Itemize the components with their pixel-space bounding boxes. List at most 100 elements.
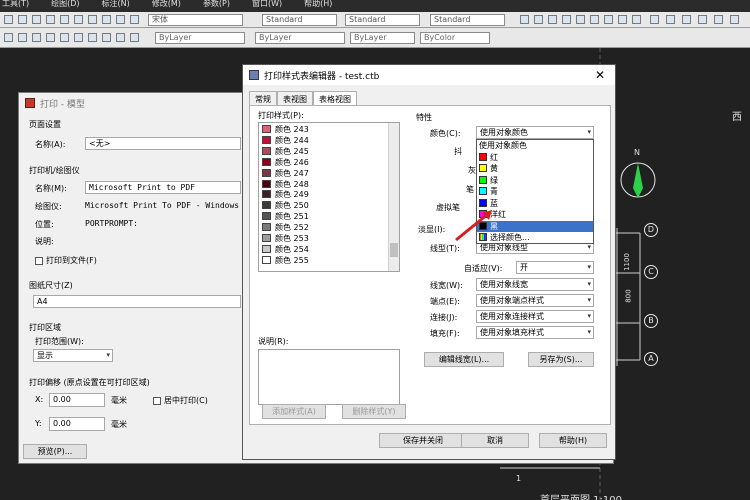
layer-state-icon[interactable] [534,15,543,24]
linetype-combo[interactable]: ByLayer [255,32,345,44]
orbit-icon[interactable] [590,15,599,24]
style-list-item[interactable]: 颜色 254 [262,244,309,256]
style-list-item[interactable]: 颜色 246 [262,157,309,169]
page-setup-name-select[interactable]: <无> [85,137,241,150]
preview-button[interactable]: 预览(P)... [23,444,87,459]
printer-name-select[interactable]: Microsoft Print to PDF [85,181,241,194]
layer-iso-icon[interactable] [74,33,83,42]
copy-icon[interactable] [88,15,97,24]
menu-tools[interactable]: 工具(T) [2,0,29,12]
center-plot-checkbox[interactable]: 居中打印(C) [153,395,208,406]
markup-icon[interactable] [666,15,675,24]
printer-name-value: Microsoft Print to PDF [89,183,195,192]
style-list-item[interactable]: 颜色 244 [262,135,309,147]
editor-titlebar[interactable]: 打印样式表编辑器 - test.ctb ✕ [243,65,615,85]
layer-icon[interactable] [520,15,529,24]
extra2-icon[interactable] [730,15,739,24]
color-option[interactable]: 黄 [477,163,593,175]
x-offset-input[interactable]: 0.00 [49,393,105,407]
font-combo[interactable]: 宋体 [148,14,243,26]
y-offset-input[interactable]: 0.00 [49,417,105,431]
color-select[interactable]: 使用对象颜色 ▾ [476,126,594,139]
delete-style-button[interactable]: 删除样式(Y) [342,404,406,419]
menu-dimension[interactable]: 标注(N) [102,0,130,12]
style-list-item[interactable]: 颜色 249 [262,190,309,201]
menu-help[interactable]: 帮助(H) [304,0,332,12]
fill-select[interactable]: 使用对象填充样式 ▾ [476,326,594,339]
save-close-button[interactable]: 保存并关闭 [379,433,467,448]
edit-lineweight-button[interactable]: 编辑线宽(L)... [424,352,504,367]
lineweight-select[interactable]: 使用对象线宽 ▾ [476,278,594,291]
plot-range-label: 打印范围(W): [35,337,84,346]
menu-window[interactable]: 窗口(W) [252,0,282,12]
center-plot-box[interactable] [153,396,161,405]
joinstyle-select[interactable]: 使用对象连接样式 ▾ [476,310,594,323]
menu-modify[interactable]: 修改(M) [152,0,181,12]
dim-style-combo[interactable]: Standard [345,14,420,26]
layer-current-icon[interactable] [130,33,139,42]
style-list-item[interactable]: 颜色 248 [262,179,309,191]
redo-icon[interactable] [130,15,139,24]
help-button[interactable]: 帮助(H) [539,433,607,448]
calc-icon[interactable] [650,15,659,24]
style-list-item[interactable]: 颜色 243 [262,125,309,136]
layer-match-icon[interactable] [102,33,111,42]
pan-icon[interactable] [576,15,585,24]
layer-walk-icon[interactable] [88,33,97,42]
adaptive-select[interactable]: 开 ▾ [516,261,594,274]
layer-prev-icon[interactable] [46,33,55,42]
style-list-item[interactable]: 颜色 245 [262,146,309,158]
text-style-combo[interactable]: Standard [262,14,337,26]
zoom-icon[interactable] [562,15,571,24]
add-style-button[interactable]: 添加样式(A) [262,404,326,419]
plot-to-file-checkbox[interactable]: 打印到文件(F) [35,255,97,266]
layer-make-icon[interactable] [116,33,125,42]
paper-size-select[interactable]: A4 [33,295,241,308]
preview-icon[interactable] [60,15,69,24]
color-option[interactable]: 使用对象颜色 [477,140,593,152]
menu-draw[interactable]: 绘图(D) [51,0,79,12]
layer-freeze-icon[interactable] [18,33,27,42]
menu-parametric[interactable]: 参数(P) [203,0,230,12]
extra-icon[interactable] [714,15,723,24]
sheet-icon[interactable] [682,15,691,24]
style-list-item[interactable]: 颜色 252 [262,223,309,234]
open-icon[interactable] [18,15,27,24]
paste-icon[interactable] [102,15,111,24]
lineweight-combo[interactable]: ByLayer [350,32,415,44]
list-scrollbar[interactable] [388,123,399,271]
close-icon[interactable]: ✕ [595,68,605,82]
layer-off-icon[interactable] [60,33,69,42]
color-combo[interactable]: ByLayer [155,32,245,44]
design-center-icon[interactable] [618,15,627,24]
color-option[interactable]: 青 [477,186,593,198]
plot-to-file-box[interactable] [35,256,43,265]
layer-lock-icon[interactable] [32,33,41,42]
save-as-button[interactable]: 另存为(S)... [528,352,594,367]
table-style-combo[interactable]: Standard [430,14,505,26]
help-icon[interactable] [698,15,707,24]
plot-styles-list[interactable]: 颜色 243 颜色 244 颜色 245 颜色 246 颜色 247 颜色 248 颜色 2… [258,122,400,272]
style-list-item[interactable]: 颜色 251 [262,212,309,223]
style-list-item[interactable]: 颜色 253 [262,234,309,245]
style-list-item[interactable]: 颜色 255 [262,255,309,267]
new-icon[interactable] [4,15,13,24]
style-list-item[interactable]: 颜色 250 [262,201,309,212]
undo-icon[interactable] [116,15,125,24]
color-option[interactable]: 红 [477,152,593,164]
print-icon[interactable] [46,15,55,24]
endstyle-select[interactable]: 使用对象端点样式 ▾ [476,294,594,307]
layer-props-icon[interactable] [4,33,13,42]
properties-icon[interactable] [604,15,613,24]
match-icon[interactable] [548,15,557,24]
plot-range-select[interactable]: 显示 ▾ [33,349,113,362]
scroll-thumb[interactable] [390,243,398,257]
save-icon[interactable] [32,15,41,24]
cut-icon[interactable] [74,15,83,24]
cancel-button[interactable]: 取消 [461,433,529,448]
plotstyle-combo[interactable]: ByColor [420,32,490,44]
color-option[interactable]: 绿 [477,175,593,187]
style-list-item[interactable]: 颜色 247 [262,168,309,180]
tool-palette-icon[interactable] [632,15,641,24]
description-textarea[interactable] [258,349,400,405]
